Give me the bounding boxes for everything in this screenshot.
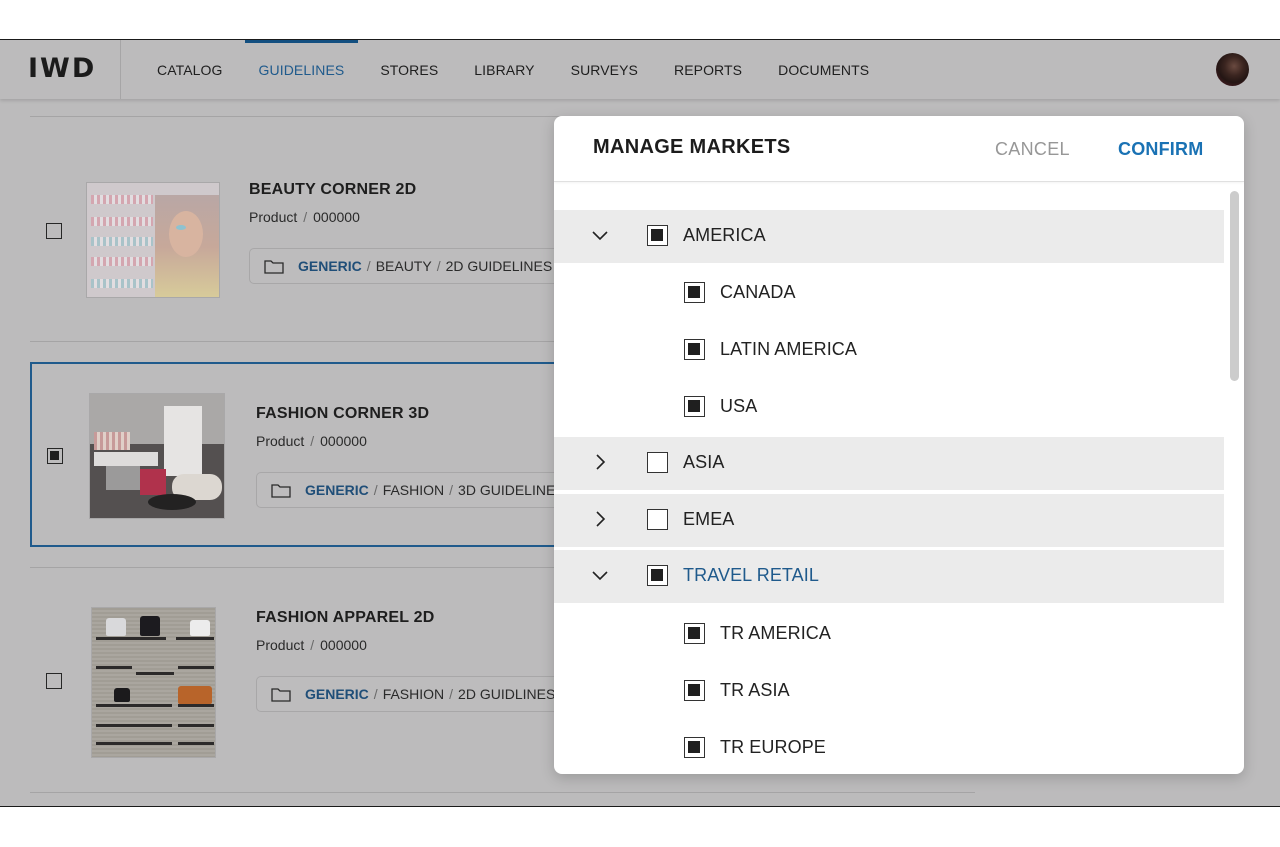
guideline-code: 000000: [320, 637, 367, 653]
scrollbar-thumb[interactable]: [1230, 191, 1239, 381]
chevron-down-icon[interactable]: [590, 565, 610, 585]
main-nav: CATALOG GUIDELINES STORES LIBRARY SURVEY…: [139, 40, 887, 99]
nav-stores[interactable]: STORES: [362, 40, 456, 99]
market-checkbox[interactable]: [647, 225, 668, 246]
market-label[interactable]: ASIA: [683, 452, 724, 473]
list-divider: [30, 792, 975, 793]
market-group-row[interactable]: AMERICA: [554, 210, 1224, 263]
app-shell: IWD CATALOG GUIDELINES STORES LIBRARY SU…: [0, 39, 1280, 807]
market-child-row[interactable]: TR AMERICA: [554, 608, 1224, 661]
guideline-checkbox[interactable]: [46, 223, 62, 239]
nav-library[interactable]: LIBRARY: [456, 40, 552, 99]
market-child-row[interactable]: TR EUROPE: [554, 722, 1224, 774]
chevron-down-icon[interactable]: [590, 225, 610, 245]
market-label[interactable]: EMEA: [683, 509, 734, 530]
market-checkbox[interactable]: [647, 509, 668, 530]
path-root[interactable]: GENERIC: [298, 258, 362, 274]
dialog-title: MANAGE MARKETS: [593, 136, 791, 158]
nav-documents[interactable]: DOCUMENTS: [760, 40, 887, 99]
path-root[interactable]: GENERIC: [305, 482, 369, 498]
market-checkbox[interactable]: [647, 452, 668, 473]
nav-reports[interactable]: REPORTS: [656, 40, 760, 99]
market-checkbox[interactable]: [647, 565, 668, 586]
chevron-right-icon[interactable]: [590, 509, 610, 529]
path-root[interactable]: GENERIC: [305, 686, 369, 702]
guideline-subtitle: Product/000000: [256, 433, 367, 449]
market-checkbox[interactable]: [684, 737, 705, 758]
market-checkbox[interactable]: [684, 623, 705, 644]
guideline-type: Product: [256, 433, 305, 449]
guideline-folder-path[interactable]: GENERIC / BEAUTY/2D GUIDELINES: [249, 248, 589, 284]
guideline-checkbox[interactable]: [47, 448, 63, 464]
user-avatar-icon[interactable]: [1216, 53, 1249, 86]
chevron-right-icon[interactable]: [590, 452, 610, 472]
cancel-button[interactable]: CANCEL: [995, 139, 1070, 160]
manage-markets-dialog: MANAGE MARKETS CANCEL CONFIRM AMERICA CA…: [554, 116, 1244, 774]
market-checkbox[interactable]: [684, 339, 705, 360]
market-label[interactable]: TRAVEL RETAIL: [683, 565, 819, 586]
guideline-subtitle: Product/000000: [256, 637, 367, 653]
market-group-row[interactable]: ASIA: [554, 437, 1224, 490]
market-label[interactable]: CANADA: [720, 282, 796, 303]
market-child-row[interactable]: USA: [554, 381, 1224, 434]
nav-surveys[interactable]: SURVEYS: [553, 40, 656, 99]
market-label[interactable]: AMERICA: [683, 225, 766, 246]
guideline-subtitle: Product/000000: [249, 209, 360, 225]
market-checkbox[interactable]: [684, 680, 705, 701]
guideline-code: 000000: [320, 433, 367, 449]
folder-icon: [271, 687, 291, 702]
market-label[interactable]: LATIN AMERICA: [720, 339, 857, 360]
guideline-code: 000000: [313, 209, 360, 225]
folder-icon: [271, 483, 291, 498]
guideline-type: Product: [256, 637, 305, 653]
market-checkbox[interactable]: [684, 282, 705, 303]
folder-icon: [264, 259, 284, 274]
top-navigation-bar: IWD CATALOG GUIDELINES STORES LIBRARY SU…: [0, 40, 1280, 99]
market-label[interactable]: TR ASIA: [720, 680, 790, 701]
nav-guidelines[interactable]: GUIDELINES: [241, 40, 363, 99]
guideline-folder-path[interactable]: GENERIC / FASHION/3D GUIDELINES: [256, 472, 586, 508]
guideline-checkbox[interactable]: [46, 673, 62, 689]
guideline-title[interactable]: FASHION APPAREL 2D: [256, 609, 434, 627]
path-segment[interactable]: 2D GUIDLINES: [458, 686, 555, 702]
path-segment[interactable]: 3D GUIDELINES: [458, 482, 565, 498]
path-segment[interactable]: 2D GUIDELINES: [446, 258, 553, 274]
guideline-thumbnail-image: [91, 607, 216, 758]
market-child-row[interactable]: CANADA: [554, 267, 1224, 320]
guideline-thumbnail-image: [89, 393, 225, 519]
path-segment[interactable]: FASHION: [383, 686, 444, 702]
guideline-folder-path[interactable]: GENERIC / FASHION/2D GUIDLINES: [256, 676, 586, 712]
market-label[interactable]: TR EUROPE: [720, 737, 826, 758]
guideline-title[interactable]: FASHION CORNER 3D: [256, 405, 429, 423]
market-child-row[interactable]: TR ASIA: [554, 665, 1224, 718]
confirm-button[interactable]: CONFIRM: [1118, 139, 1203, 160]
dialog-header: MANAGE MARKETS CANCEL CONFIRM: [554, 116, 1244, 182]
path-segment[interactable]: FASHION: [383, 482, 444, 498]
iwd-logo[interactable]: IWD: [28, 54, 94, 84]
guideline-title[interactable]: BEAUTY CORNER 2D: [249, 181, 416, 199]
market-group-row[interactable]: TRAVEL RETAIL: [554, 550, 1224, 603]
market-label[interactable]: USA: [720, 396, 757, 417]
guideline-type: Product: [249, 209, 298, 225]
path-segment[interactable]: BEAUTY: [376, 258, 432, 274]
market-checkbox[interactable]: [684, 396, 705, 417]
market-child-row[interactable]: LATIN AMERICA: [554, 324, 1224, 377]
market-label[interactable]: TR AMERICA: [720, 623, 831, 644]
nav-catalog[interactable]: CATALOG: [139, 40, 241, 99]
market-group-row[interactable]: EMEA: [554, 494, 1224, 547]
logo-divider: [120, 40, 121, 99]
guideline-thumbnail-image: [86, 182, 220, 298]
